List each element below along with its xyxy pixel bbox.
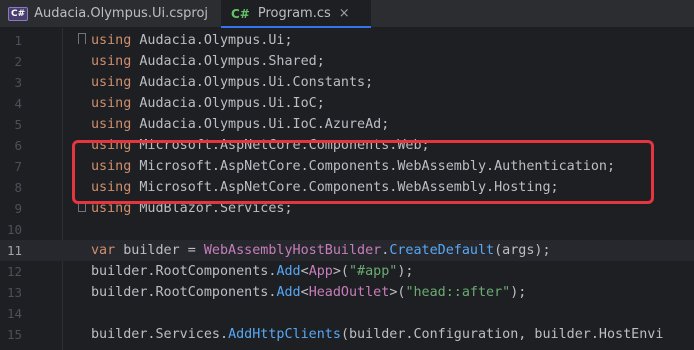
line-number: 6: [14, 138, 22, 153]
code-line[interactable]: 15 builder.Services.AddHttpClients(builde…: [0, 324, 694, 345]
code-line[interactable]: 4 using Audacia.Olympus.Ui.IoC;: [0, 93, 694, 114]
line-number: 2: [14, 54, 22, 69]
tab-csproj[interactable]: C# Audacia.Olympus.Ui.csproj: [0, 0, 214, 27]
line-number: 10: [6, 222, 22, 237]
code-text: using MudBlazor.Services;: [91, 201, 293, 216]
code-line[interactable]: 12 builder.RootComponents.Add<App>("#app"…: [0, 261, 694, 282]
line-number: 4: [14, 96, 22, 111]
line-number: 8: [14, 180, 22, 195]
line-number: 14: [6, 306, 22, 321]
line-number: 1: [14, 33, 22, 48]
csproj-file-icon: C#: [8, 6, 29, 21]
code-line[interactable]: 1 using Audacia.Olympus.Ui;: [0, 30, 694, 51]
code-line[interactable]: 11 var builder = WebAssemblyHostBuilder.C…: [0, 240, 694, 261]
code-line[interactable]: 2 using Audacia.Olympus.Shared;: [0, 51, 694, 72]
code-editor-window: C# Audacia.Olympus.Ui.csproj C# Program.…: [0, 0, 694, 350]
code-line[interactable]: 10: [0, 219, 694, 240]
line-number: 11: [6, 243, 22, 258]
code-line[interactable]: 9 using MudBlazor.Services;: [0, 198, 694, 219]
line-number: 12: [6, 264, 22, 279]
tab-title: Program.cs: [257, 6, 331, 21]
line-number: 5: [14, 117, 22, 132]
code-text: using Microsoft.AspNetCore.Components.We…: [91, 138, 430, 153]
code-text: using Audacia.Olympus.Ui;: [91, 33, 293, 48]
tab-title: Audacia.Olympus.Ui.csproj: [34, 6, 209, 21]
code-line[interactable]: 8 using Microsoft.AspNetCore.Components.W…: [0, 177, 694, 198]
code-line[interactable]: 7 using Microsoft.AspNetCore.Components.W…: [0, 156, 694, 177]
code-text: using Audacia.Olympus.Shared;: [91, 54, 325, 69]
editor-tab-bar: C# Audacia.Olympus.Ui.csproj C# Program.…: [0, 0, 694, 28]
code-text: using Audacia.Olympus.Ui.Constants;: [91, 75, 374, 90]
code-text: builder.RootComponents.Add<HeadOutlet>("…: [91, 285, 527, 300]
code-text: using Audacia.Olympus.Ui.IoC.AzureAd;: [91, 117, 390, 132]
code-line[interactable]: 3 using Audacia.Olympus.Ui.Constants;: [0, 72, 694, 93]
code-text: using Audacia.Olympus.Ui.IoC;: [91, 96, 325, 111]
csharp-file-icon: C#: [231, 6, 250, 21]
code-line[interactable]: 6 using Microsoft.AspNetCore.Components.W…: [0, 135, 694, 156]
code-line[interactable]: 5 using Audacia.Olympus.Ui.IoC.AzureAd;: [0, 114, 694, 135]
tab-program-cs[interactable]: C# Program.cs ×: [221, 0, 371, 28]
code-text: builder.Services.AddHttpClients(builder.…: [91, 327, 664, 342]
code-line[interactable]: 14: [0, 303, 694, 324]
fold-end-icon[interactable]: [78, 201, 86, 212]
fold-start-icon[interactable]: [78, 33, 86, 44]
code-line[interactable]: 13 builder.RootComponents.Add<HeadOutlet>…: [0, 282, 694, 303]
code-text: using Microsoft.AspNetCore.Components.We…: [91, 159, 616, 174]
code-editor[interactable]: 1 using Audacia.Olympus.Ui; 2 using Audacia…: [0, 28, 694, 350]
line-number: 15: [6, 327, 22, 342]
code-text: using Microsoft.AspNetCore.Components.We…: [91, 180, 559, 195]
code-text: builder.RootComponents.Add<App>("#app");: [91, 264, 414, 279]
line-number: 13: [6, 285, 22, 300]
line-number: 3: [14, 75, 22, 90]
close-icon[interactable]: ×: [339, 6, 350, 21]
line-number: 9: [14, 201, 22, 216]
code-text: var builder = WebAssemblyHostBuilder.Cre…: [91, 243, 551, 258]
line-number: 7: [14, 159, 22, 174]
